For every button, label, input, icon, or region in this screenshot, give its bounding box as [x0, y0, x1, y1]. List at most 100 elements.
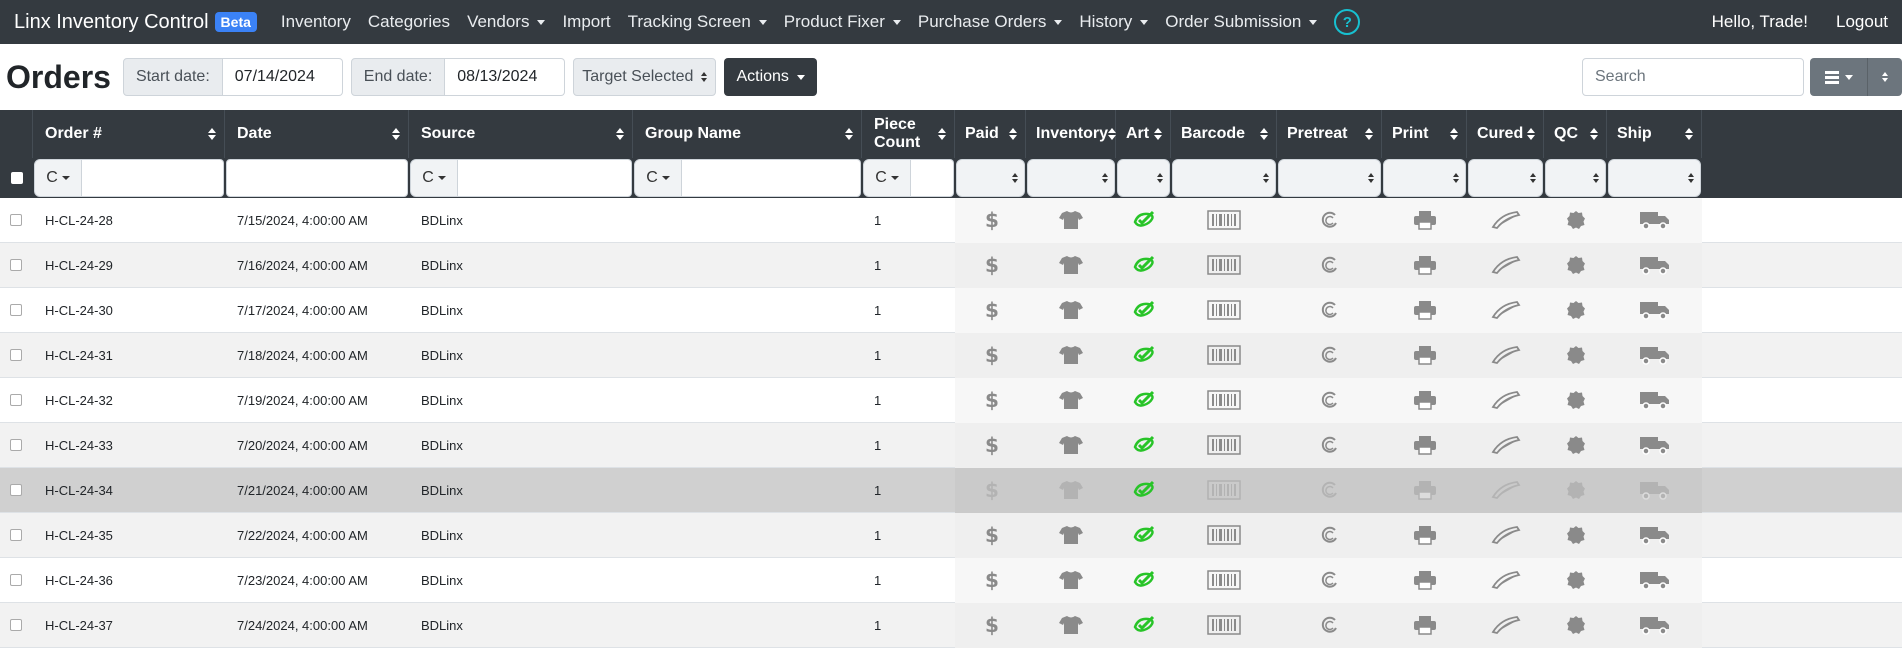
- status-cell[interactable]: [1382, 287, 1467, 333]
- status-cell[interactable]: [1607, 287, 1702, 333]
- filter-mode-button[interactable]: C: [863, 159, 911, 197]
- status-cell[interactable]: [1607, 467, 1702, 513]
- status-cell[interactable]: [1026, 242, 1116, 288]
- list-view-button[interactable]: [1810, 58, 1868, 96]
- status-cell[interactable]: [1544, 422, 1607, 468]
- status-cell[interactable]: [1171, 467, 1277, 513]
- status-cell[interactable]: [1277, 422, 1382, 468]
- status-cell[interactable]: [1277, 467, 1382, 513]
- status-cell[interactable]: [1171, 557, 1277, 603]
- status-cell[interactable]: [1277, 287, 1382, 333]
- status-cell[interactable]: $: [955, 242, 1026, 288]
- status-cell[interactable]: [1544, 197, 1607, 243]
- status-cell[interactable]: [1467, 332, 1544, 378]
- column-header-date[interactable]: Date: [225, 110, 409, 158]
- status-cell[interactable]: [1171, 197, 1277, 243]
- table-row[interactable]: H-CL-24-32 7/19/2024, 4:00:00 AM BDLinx 1 $: [0, 377, 1902, 423]
- row-checkbox[interactable]: [10, 214, 22, 226]
- status-cell[interactable]: [1277, 332, 1382, 378]
- status-cell[interactable]: [1467, 197, 1544, 243]
- status-filter-select[interactable]: [1545, 159, 1606, 197]
- status-cell[interactable]: [1026, 422, 1116, 468]
- date-filter-input[interactable]: [226, 159, 408, 197]
- status-cell[interactable]: [1116, 512, 1171, 558]
- status-cell[interactable]: [1544, 332, 1607, 378]
- row-checkbox[interactable]: [10, 529, 22, 541]
- status-cell[interactable]: [1467, 557, 1544, 603]
- column-header-paid[interactable]: Paid: [955, 110, 1026, 158]
- status-cell[interactable]: [1171, 287, 1277, 333]
- status-cell[interactable]: [1607, 242, 1702, 288]
- table-row[interactable]: H-CL-24-36 7/23/2024, 4:00:00 AM BDLinx 1 $: [0, 557, 1902, 603]
- status-cell[interactable]: [1382, 467, 1467, 513]
- status-cell[interactable]: [1026, 377, 1116, 423]
- filter-mode-button[interactable]: C: [634, 159, 682, 197]
- nav-item-history[interactable]: History: [1079, 12, 1149, 32]
- status-cell[interactable]: [1171, 602, 1277, 648]
- nav-item-tracking-screen[interactable]: Tracking Screen: [628, 12, 767, 32]
- status-filter-select[interactable]: [1468, 159, 1543, 197]
- actions-button[interactable]: Actions: [724, 58, 817, 96]
- status-cell[interactable]: [1277, 197, 1382, 243]
- status-cell[interactable]: [1544, 377, 1607, 423]
- filter-input[interactable]: [911, 159, 954, 197]
- status-cell[interactable]: $: [955, 197, 1026, 243]
- nav-item-product-fixer[interactable]: Product Fixer: [784, 12, 901, 32]
- row-checkbox[interactable]: [10, 619, 22, 631]
- status-cell[interactable]: $: [955, 467, 1026, 513]
- status-cell[interactable]: [1277, 242, 1382, 288]
- sort-toggle-button[interactable]: [1868, 72, 1902, 82]
- table-row[interactable]: H-CL-24-33 7/20/2024, 4:00:00 AM BDLinx 1 $: [0, 422, 1902, 468]
- status-cell[interactable]: [1026, 512, 1116, 558]
- status-cell[interactable]: $: [955, 287, 1026, 333]
- table-row[interactable]: H-CL-24-31 7/18/2024, 4:00:00 AM BDLinx 1 $: [0, 332, 1902, 378]
- row-checkbox[interactable]: [10, 439, 22, 451]
- status-cell[interactable]: [1277, 557, 1382, 603]
- user-greeting[interactable]: Hello, Trade!: [1712, 12, 1808, 32]
- status-cell[interactable]: [1544, 467, 1607, 513]
- status-cell[interactable]: [1171, 242, 1277, 288]
- end-date-input[interactable]: 08/13/2024: [445, 58, 566, 96]
- status-cell[interactable]: [1116, 422, 1171, 468]
- status-cell[interactable]: $: [955, 602, 1026, 648]
- status-cell[interactable]: [1544, 602, 1607, 648]
- select-all-checkbox[interactable]: [11, 172, 23, 184]
- filter-mode-button[interactable]: C: [34, 159, 82, 197]
- status-cell[interactable]: [1026, 287, 1116, 333]
- status-cell[interactable]: [1607, 422, 1702, 468]
- nav-item-vendors[interactable]: Vendors: [467, 12, 546, 32]
- status-cell[interactable]: [1171, 377, 1277, 423]
- status-cell[interactable]: [1026, 197, 1116, 243]
- status-filter-select[interactable]: [1117, 159, 1170, 197]
- column-header-barcode[interactable]: Barcode: [1171, 110, 1277, 158]
- row-checkbox[interactable]: [10, 304, 22, 316]
- status-cell[interactable]: [1544, 557, 1607, 603]
- status-cell[interactable]: [1467, 512, 1544, 558]
- status-cell[interactable]: [1382, 557, 1467, 603]
- status-cell[interactable]: [1382, 242, 1467, 288]
- row-checkbox[interactable]: [10, 574, 22, 586]
- status-cell[interactable]: [1171, 422, 1277, 468]
- status-cell[interactable]: [1382, 332, 1467, 378]
- table-row[interactable]: H-CL-24-30 7/17/2024, 4:00:00 AM BDLinx 1 $: [0, 287, 1902, 333]
- column-header-order[interactable]: Order #: [33, 110, 225, 158]
- column-header-print[interactable]: Print: [1382, 110, 1467, 158]
- status-cell[interactable]: [1544, 287, 1607, 333]
- status-cell[interactable]: [1607, 602, 1702, 648]
- status-cell[interactable]: $: [955, 512, 1026, 558]
- status-cell[interactable]: $: [955, 422, 1026, 468]
- status-cell[interactable]: [1116, 242, 1171, 288]
- status-cell[interactable]: [1467, 467, 1544, 513]
- filter-mode-button[interactable]: C: [410, 159, 458, 197]
- status-filter-select[interactable]: [1608, 159, 1701, 197]
- column-header-ship[interactable]: Ship: [1607, 110, 1702, 158]
- table-row[interactable]: H-CL-24-37 7/24/2024, 4:00:00 AM BDLinx 1 $: [0, 602, 1902, 648]
- logout-link[interactable]: Logout: [1836, 12, 1888, 32]
- status-cell[interactable]: [1116, 467, 1171, 513]
- status-cell[interactable]: [1382, 602, 1467, 648]
- status-cell[interactable]: [1116, 197, 1171, 243]
- status-cell[interactable]: [1116, 287, 1171, 333]
- column-header-qc[interactable]: QC: [1544, 110, 1607, 158]
- status-cell[interactable]: $: [955, 332, 1026, 378]
- column-header-pretreat[interactable]: Pretreat: [1277, 110, 1382, 158]
